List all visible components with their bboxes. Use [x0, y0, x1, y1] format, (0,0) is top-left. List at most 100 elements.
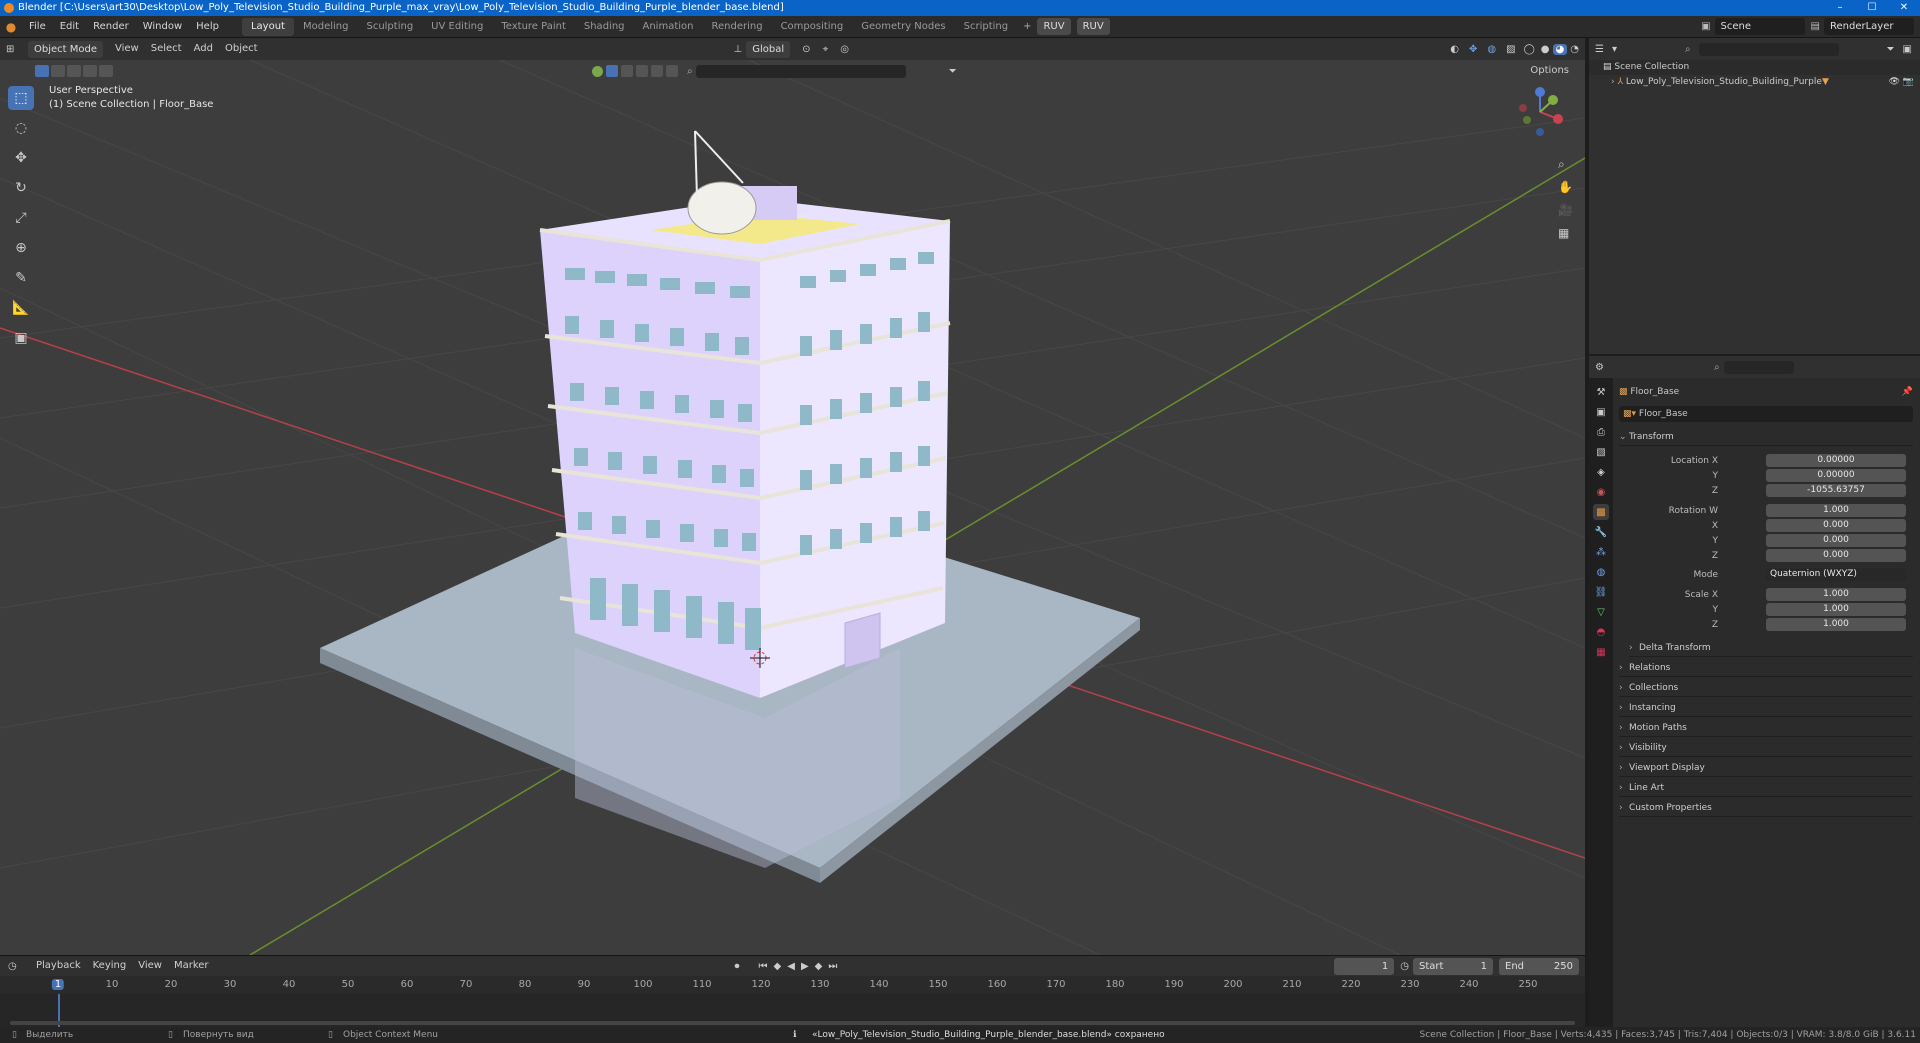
tab-texture-paint[interactable]: Texture Paint [492, 18, 575, 36]
hide-viewport-icon[interactable]: 👁 [1889, 75, 1900, 90]
filter-funnel-icon[interactable]: ⏷ [949, 66, 957, 77]
timeline-menu-view[interactable]: View [132, 957, 168, 975]
move-tool-icon[interactable]: ✥ [8, 146, 34, 170]
timeline-menu-keying[interactable]: Keying [87, 957, 133, 975]
line-art-panel[interactable]: › Line Art [1619, 779, 1913, 797]
menu-window[interactable]: Window [136, 16, 189, 38]
visibility-panel[interactable]: › Visibility [1619, 739, 1913, 757]
viewport-scene[interactable] [0, 38, 1585, 955]
viewport-menu-select[interactable]: Select [145, 40, 188, 58]
shading-solid-icon[interactable]: ● [1541, 44, 1550, 55]
next-keyframe-icon[interactable]: ◆ [815, 961, 823, 972]
scale-x-field[interactable]: 1.000 [1766, 588, 1906, 601]
visibility-icon[interactable]: ◐ [1450, 44, 1459, 55]
measure-tool-icon[interactable]: 📐 [8, 296, 34, 320]
jump-start-icon[interactable]: ⏮ [759, 961, 768, 972]
outliner-display-mode-icon[interactable]: ▾ [1612, 44, 1617, 55]
timeline-scrollbar[interactable] [10, 1021, 1575, 1025]
play-reverse-icon[interactable]: ◀ [787, 961, 795, 972]
rotation-mode-dropdown[interactable]: Quaternion (WXYZ) [1766, 568, 1906, 581]
rotate-tool-icon[interactable]: ↻ [8, 176, 34, 200]
outliner-filter-icon[interactable]: ⏷ [1887, 44, 1895, 55]
ruv-button-1[interactable]: RUV [1037, 18, 1071, 35]
close-button[interactable]: ✕ [1888, 0, 1920, 16]
texture-tab-icon[interactable]: ▦ [1593, 644, 1609, 660]
delta-transform-panel[interactable]: › Delta Transform [1629, 639, 1913, 657]
tab-shading[interactable]: Shading [575, 18, 634, 36]
tab-layout[interactable]: Layout [241, 17, 294, 36]
start-frame-field[interactable]: Start 1 [1413, 957, 1493, 975]
viewport-display-panel[interactable]: › Viewport Display [1619, 759, 1913, 777]
cursor-tool-icon[interactable]: ◌ [8, 116, 34, 140]
timeline-editor-icon[interactable]: ◷ [8, 961, 30, 972]
viewport-menu-add[interactable]: Add [188, 40, 219, 58]
options-button[interactable]: Options [1524, 62, 1575, 80]
view-layer-tab-icon[interactable]: ▧ [1593, 444, 1609, 460]
select-mode-subtract-icon[interactable] [67, 65, 81, 77]
tab-compositing[interactable]: Compositing [772, 18, 853, 36]
pivot-icon[interactable]: ⊙ [802, 44, 810, 55]
filter-all-icon[interactable] [592, 65, 603, 77]
gizmo-toggle-icon[interactable]: ✥ [1469, 44, 1477, 55]
custom-properties-panel[interactable]: › Custom Properties [1619, 799, 1913, 817]
render-camera-icon[interactable]: 📷 [1903, 75, 1914, 90]
new-collection-icon[interactable]: ▣ [1903, 44, 1912, 55]
timeline-ruler[interactable]: 1 10 20 30 40 50 60 70 80 90 100 110 120… [0, 976, 1585, 994]
annotate-tool-icon[interactable]: ✎ [8, 266, 34, 290]
tab-uv-editing[interactable]: UV Editing [422, 18, 492, 36]
pin-icon[interactable]: 📌 [1902, 384, 1913, 400]
scale-y-field[interactable]: 1.000 [1766, 603, 1906, 616]
timeline-editor[interactable]: ◷ Playback Keying View Marker ⏺ ⏮ ◆ ◀ ▶ … [0, 955, 1585, 1028]
current-frame-field[interactable]: 1 [1334, 957, 1395, 975]
overlay-toggle-icon[interactable]: ◍ [1487, 44, 1496, 55]
rotation-y-field[interactable]: 0.000 [1766, 534, 1906, 547]
scale-tool-icon[interactable]: ⤢ [8, 206, 34, 230]
editor-type-icon[interactable]: ⊞ [6, 44, 28, 55]
location-z-field[interactable]: -1055.63757 [1766, 484, 1906, 497]
timeline-menu-marker[interactable]: Marker [168, 957, 215, 975]
data-tab-icon[interactable]: ▽ [1593, 604, 1609, 620]
jump-end-icon[interactable]: ⏭ [828, 961, 837, 972]
tab-geometry-nodes[interactable]: Geometry Nodes [852, 18, 954, 36]
outliner-search-input[interactable] [1698, 42, 1839, 56]
rotation-w-field[interactable]: 1.000 [1766, 504, 1906, 517]
select-mode-new-icon[interactable] [35, 65, 49, 77]
shading-wireframe-icon[interactable]: ◯ [1524, 44, 1535, 55]
object-mode-dropdown[interactable]: Object Mode [28, 40, 103, 58]
render-layer-selector[interactable]: RenderLayer [1824, 18, 1914, 35]
filter-mesh-icon[interactable] [606, 65, 618, 77]
scene-selector[interactable]: Scene [1714, 18, 1805, 35]
record-icon[interactable]: ⏺ [735, 961, 740, 972]
outliner-editor[interactable]: ☰ ▾ ⌕ ⏷ ▣ ▤ Scene Collection › ⅄ Low_Pol… [1589, 38, 1920, 354]
menu-help[interactable]: Help [189, 16, 226, 38]
material-tab-icon[interactable]: ◓ [1593, 624, 1609, 640]
object-datablock-field[interactable]: ▩▾ Floor_Base [1619, 406, 1913, 422]
shading-rendered-icon[interactable]: ◔ [1570, 44, 1579, 55]
render-tab-icon[interactable]: ▣ [1593, 404, 1609, 420]
location-y-field[interactable]: 0.00000 [1766, 469, 1906, 482]
scene-tab-icon[interactable]: ◈ [1593, 464, 1609, 480]
tool-tab-icon[interactable]: ⚒ [1593, 384, 1609, 400]
proportional-edit-icon[interactable]: ◎ [840, 44, 849, 55]
maximize-button[interactable]: ☐ [1856, 0, 1888, 16]
play-icon[interactable]: ▶ [801, 961, 809, 972]
add-workspace-icon[interactable]: + [1017, 21, 1037, 32]
world-tab-icon[interactable]: ◉ [1593, 484, 1609, 500]
select-box-tool-icon[interactable]: ⬚ [8, 86, 34, 110]
particles-tab-icon[interactable]: ⁂ [1593, 544, 1609, 560]
outliner-row-scene-collection[interactable]: ▤ Scene Collection [1589, 60, 1920, 75]
end-frame-field[interactable]: End 250 [1499, 957, 1579, 975]
motion-paths-panel[interactable]: › Motion Paths [1619, 719, 1913, 737]
properties-editor[interactable]: ⚙ ⌕ ⚒ ▣ ⎙ ▧ ◈ ◉ ▩ 🔧 ⁂ ◍ ⛓ ▽ ◓ ▦ ▩ Floor_… [1589, 356, 1920, 1027]
menu-render[interactable]: Render [86, 16, 136, 38]
3d-viewport[interactable]: ⊞ Object Mode View Select Add Object ⊥ G… [0, 38, 1585, 955]
filter-curve-icon[interactable] [621, 65, 633, 77]
collections-panel[interactable]: › Collections [1619, 679, 1913, 697]
location-x-field[interactable]: 0.00000 [1766, 454, 1906, 467]
filter-empty-icon[interactable] [666, 65, 678, 77]
tab-modeling[interactable]: Modeling [294, 18, 358, 36]
properties-editor-icon[interactable]: ⚙ [1595, 362, 1604, 373]
minimize-button[interactable]: – [1824, 0, 1856, 16]
tab-sculpting[interactable]: Sculpting [357, 18, 422, 36]
constraints-tab-icon[interactable]: ⛓ [1593, 584, 1609, 600]
